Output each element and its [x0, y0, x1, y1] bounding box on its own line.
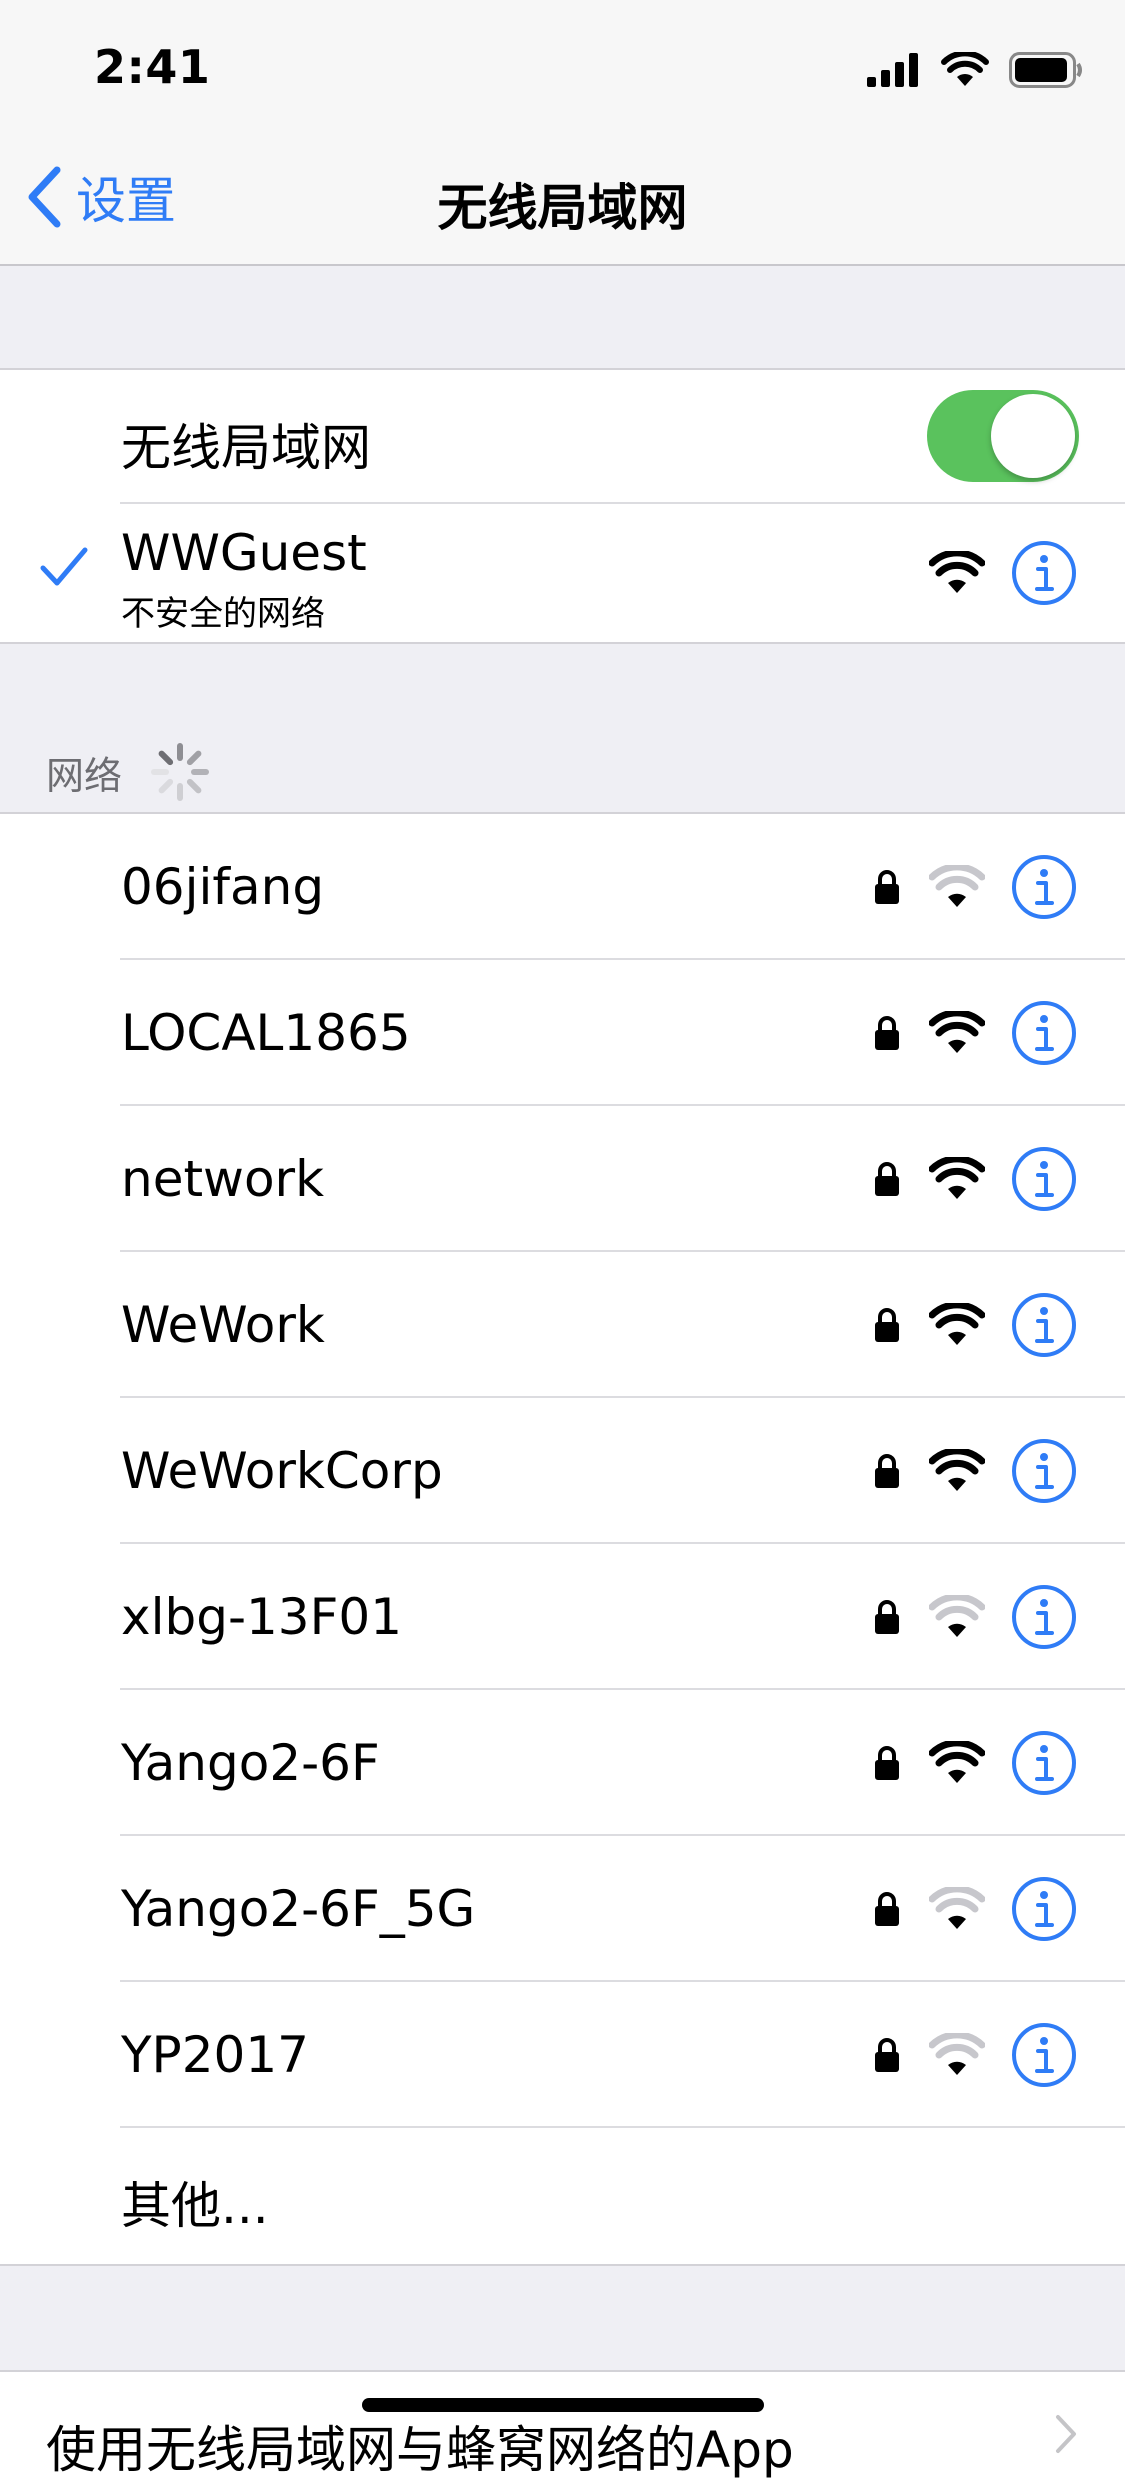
- wifi-signal-icon: [929, 1011, 985, 1053]
- apps-network-row[interactable]: 使用无线局域网与蜂窝网络的App: [0, 2372, 1125, 2492]
- wifi-signal-icon: [929, 1157, 985, 1199]
- other-network-label: 其他...: [121, 2177, 269, 2235]
- lock-icon: [875, 1454, 899, 1488]
- chevron-right-icon: [1056, 2415, 1076, 2453]
- info-icon[interactable]: [1011, 1876, 1077, 1942]
- status-time: 2:41: [94, 40, 211, 94]
- connected-network-name: WWGuest: [121, 524, 367, 582]
- network-row[interactable]: 06jifang: [0, 814, 1125, 960]
- apps-network-group: 使用无线局域网与蜂窝网络的App: [0, 2370, 1125, 2492]
- lock-icon: [875, 1600, 899, 1634]
- info-icon[interactable]: [1011, 854, 1077, 920]
- network-name: WeWorkCorp: [121, 1442, 443, 1500]
- home-indicator: [362, 2398, 764, 2412]
- cellular-signal-icon: [867, 53, 918, 87]
- connected-network-subtitle: 不安全的网络: [121, 594, 325, 634]
- networks-section-header: 网络: [46, 740, 212, 804]
- network-row[interactable]: WeWorkCorp: [0, 1398, 1125, 1544]
- network-row[interactable]: LOCAL1865: [0, 960, 1125, 1106]
- loading-spinner-icon: [151, 743, 210, 801]
- lock-icon: [875, 1162, 899, 1196]
- wifi-signal-icon: [929, 1449, 985, 1491]
- lock-icon: [875, 1746, 899, 1780]
- network-name: YP2017: [121, 2026, 309, 2084]
- wifi-toggle-switch[interactable]: [927, 390, 1079, 482]
- wifi-signal-icon: [929, 551, 985, 593]
- lock-icon: [875, 2038, 899, 2072]
- wifi-toggle-row: 无线局域网: [0, 370, 1125, 504]
- lock-icon: [875, 1892, 899, 1926]
- info-icon[interactable]: [1011, 1292, 1077, 1358]
- info-icon[interactable]: [1011, 1000, 1077, 1066]
- info-icon[interactable]: [1011, 1438, 1077, 1504]
- connected-network-row[interactable]: WWGuest 不安全的网络: [0, 504, 1125, 642]
- checkmark-icon: [40, 547, 88, 586]
- network-name: WeWork: [121, 1296, 325, 1354]
- network-row[interactable]: xlbg-13F01: [0, 1544, 1125, 1690]
- wifi-toggle-label: 无线局域网: [121, 419, 371, 477]
- info-icon[interactable]: [1011, 1584, 1077, 1650]
- network-name: network: [121, 1150, 325, 1208]
- network-name: LOCAL1865: [121, 1004, 411, 1062]
- lock-icon: [875, 1016, 899, 1050]
- lock-icon: [875, 870, 899, 904]
- network-row[interactable]: WeWork: [0, 1252, 1125, 1398]
- wifi-signal-icon: [929, 1741, 985, 1783]
- status-bar: 2:41: [0, 0, 1125, 132]
- wifi-group: 无线局域网 WWGuest 不安全的网络: [0, 368, 1125, 644]
- toggle-knob: [991, 394, 1075, 478]
- lock-icon: [875, 1308, 899, 1342]
- info-icon[interactable]: [1011, 2022, 1077, 2088]
- back-button[interactable]: 设置: [26, 162, 176, 232]
- chevron-left-icon: [28, 166, 61, 228]
- wifi-signal-icon: [929, 1595, 985, 1637]
- info-icon[interactable]: [1011, 1146, 1077, 1212]
- navigation-bar: 无线局域网 设置: [0, 132, 1125, 266]
- info-icon[interactable]: [1011, 540, 1077, 606]
- back-label: 设置: [76, 172, 176, 230]
- network-name: 06jifang: [121, 858, 325, 916]
- network-name: Yango2-6F_5G: [121, 1880, 476, 1938]
- network-row[interactable]: YP2017: [0, 1982, 1125, 2128]
- wifi-signal-icon: [929, 865, 985, 907]
- other-network-row[interactable]: 其他...: [0, 2128, 1125, 2264]
- apps-network-label: 使用无线局域网与蜂窝网络的App: [46, 2421, 794, 2479]
- network-name: Yango2-6F: [121, 1734, 380, 1792]
- wifi-signal-icon: [929, 1303, 985, 1345]
- network-row[interactable]: Yango2-6F: [0, 1690, 1125, 1836]
- info-icon[interactable]: [1011, 1730, 1077, 1796]
- network-row[interactable]: network: [0, 1106, 1125, 1252]
- status-icons: [867, 48, 1083, 92]
- wifi-status-icon: [941, 52, 989, 86]
- battery-icon: [1009, 52, 1082, 88]
- wifi-signal-icon: [929, 2033, 985, 2075]
- network-row[interactable]: Yango2-6F_5G: [0, 1836, 1125, 1982]
- networks-list: 06jifang LOCAL1865 network WeWork WeWorkCorp…: [0, 812, 1125, 2266]
- wifi-signal-icon: [929, 1887, 985, 1929]
- networks-header-label: 网络: [46, 753, 123, 798]
- network-name: xlbg-13F01: [121, 1588, 403, 1646]
